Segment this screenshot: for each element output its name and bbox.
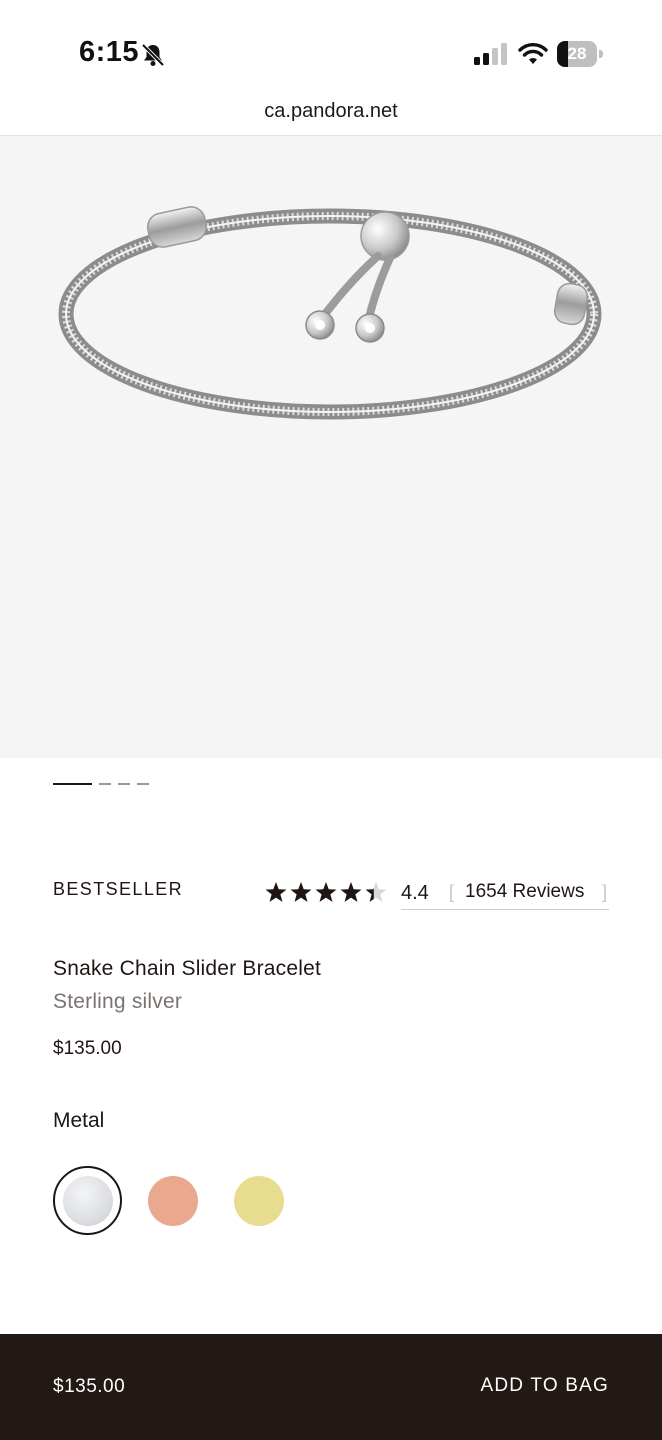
product-price: $135.00 — [53, 1038, 122, 1059]
carousel-dash[interactable] — [99, 783, 111, 785]
carousel-dash[interactable] — [53, 783, 92, 785]
carousel-dash[interactable] — [118, 783, 130, 785]
sticky-purchase-bar: $135.00 ADD TO BAG — [0, 1334, 662, 1440]
reviews-bracket-open: [ — [449, 882, 455, 902]
star-icon — [290, 882, 312, 902]
metal-swatch-silver[interactable] — [63, 1176, 113, 1226]
bell-slash-icon — [141, 43, 165, 67]
bracelet-image — [58, 206, 602, 420]
star-icon — [315, 882, 337, 902]
product-title: Snake Chain Slider Bracelet — [53, 957, 322, 980]
metal-swatch-rose-gold[interactable] — [148, 1176, 198, 1226]
reviews-count[interactable]: 1654 Reviews — [465, 881, 584, 903]
status-time: 6:15 — [79, 36, 140, 68]
product-image[interactable] — [0, 136, 662, 758]
metal-swatch-gold[interactable] — [234, 1176, 284, 1226]
battery-icon: 28 — [557, 41, 603, 67]
status-bar: 6:15 28 — [0, 0, 662, 100]
star-icon — [340, 882, 362, 902]
rating-stars — [265, 882, 387, 902]
reviews-link[interactable]: [ 1654 Reviews ] — [401, 878, 609, 910]
cellular-signal-icon — [474, 43, 507, 65]
bestseller-badge: BESTSELLER — [53, 879, 184, 899]
battery-level-text: 28 — [567, 44, 587, 63]
wifi-icon — [518, 43, 548, 64]
carousel-dash[interactable] — [137, 783, 149, 785]
star-icon — [265, 882, 287, 902]
metal-label: Metal — [53, 1109, 105, 1132]
browser-address-bar[interactable]: ca.pandora.net — [0, 96, 662, 136]
product-material: Sterling silver — [53, 990, 183, 1013]
add-to-bag-button[interactable]: ADD TO BAG — [481, 1375, 610, 1397]
sticky-price: $135.00 — [53, 1376, 126, 1397]
url-text[interactable]: ca.pandora.net — [0, 100, 662, 123]
reviews-bracket-close: ] — [602, 882, 608, 902]
